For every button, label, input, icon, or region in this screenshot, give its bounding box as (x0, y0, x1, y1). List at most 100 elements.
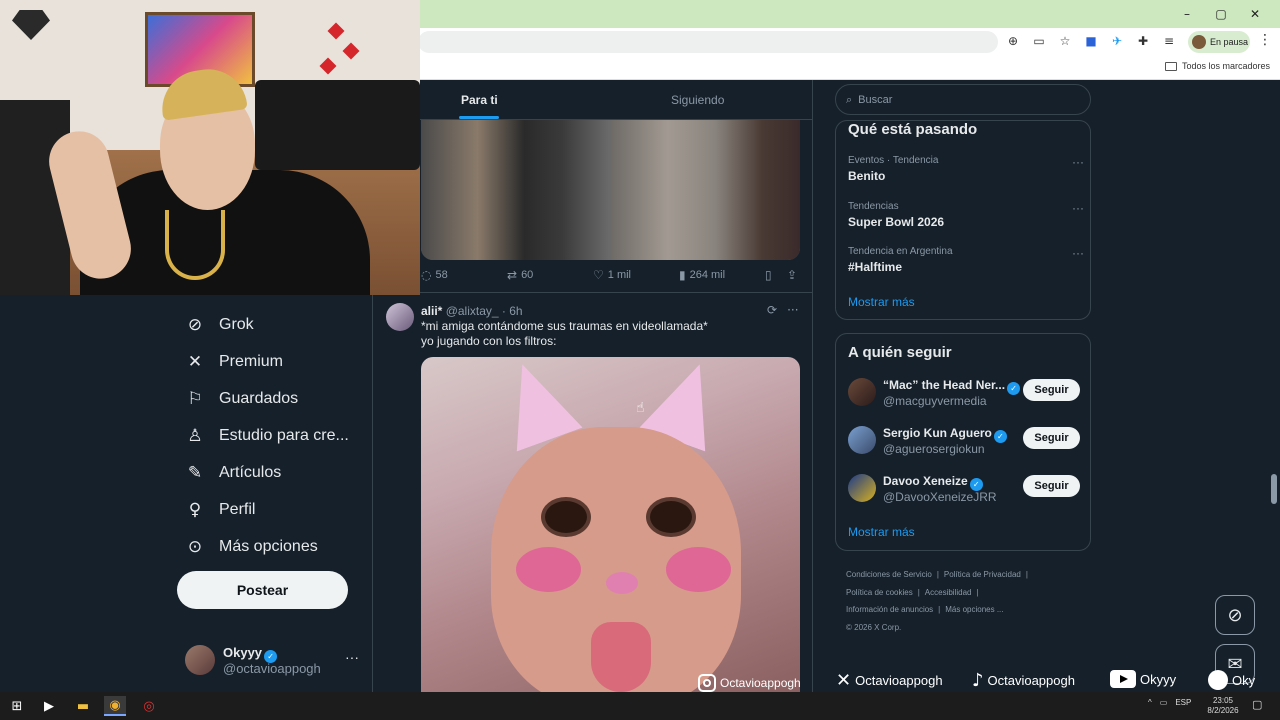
all-bookmarks-button[interactable]: Todos los marcadores (1164, 61, 1270, 71)
network-icon[interactable]: ▭ (1160, 698, 1168, 707)
post-button[interactable]: Postear (177, 571, 348, 609)
tweet2-header: alii* @alixtay_ · 6h (421, 304, 523, 318)
nav-guardados[interactable]: ⚐ Guardados (185, 385, 298, 413)
search-input[interactable] (858, 93, 1059, 106)
nav-articulos-label: Artículos (219, 464, 282, 481)
avatar (185, 645, 215, 675)
browser-menu-icon[interactable]: ⋮ (1258, 32, 1272, 50)
mouse-cursor-icon: ☝ (636, 400, 645, 416)
verified-icon: ✓ (1007, 382, 1021, 395)
footer-link[interactable]: Política de Privacidad (944, 570, 1021, 579)
tweet1-media[interactable] (421, 120, 800, 260)
follow-button[interactable]: Seguir (1023, 379, 1080, 401)
profile-status: En pausa (1210, 37, 1249, 47)
views-button[interactable]: ▮ 264 mil (679, 268, 725, 282)
zoom-icon[interactable]: ⊕ (1004, 32, 1022, 50)
instagram-watermark: Octavioappogh (698, 674, 800, 692)
clock-date: 8/2/2026 (1207, 706, 1239, 715)
page-scrollbar[interactable] (1271, 474, 1277, 504)
follow-button[interactable]: Seguir (1023, 427, 1080, 449)
like-button[interactable]: ♡ 1 mil (593, 268, 631, 282)
tweet1-actions: ◌ 58 ⇄ 60 ♡ 1 mil ▮ 264 mil ▯ ⇪ (421, 268, 801, 286)
extension-a-icon[interactable]: ■ (1082, 32, 1100, 50)
language-indicator[interactable]: ESP (1175, 698, 1191, 707)
nav-perfil-label: Perfil (219, 501, 256, 518)
footer-link[interactable]: Política de cookies (846, 588, 913, 597)
profile-pause-button[interactable]: En pausa (1188, 31, 1250, 53)
obs-icon[interactable]: ◎ (138, 696, 160, 716)
nav-grok[interactable]: ⊘ Grok (185, 311, 254, 339)
minimize-button[interactable]: – (1170, 4, 1204, 24)
tab-siguiendo[interactable]: Siguiendo (671, 80, 724, 120)
trend-more-icon[interactable]: ··· (1072, 246, 1084, 260)
suggestion-handle: @macguyvermedia (883, 394, 987, 408)
restore-button[interactable]: ▢ (1204, 4, 1238, 24)
tweet2-media[interactable]: Octavioappogh (421, 357, 800, 692)
media-player-icon[interactable]: ▶ (38, 696, 60, 716)
suggestion-handle: @DavooXeneizeJRR (883, 490, 997, 504)
star-icon[interactable]: ☆ (1056, 32, 1074, 50)
follow-suggestion[interactable]: “Mac” the Head Ner... ✓ @macguyvermedia S… (848, 374, 1084, 412)
nav-estudio[interactable]: ♙ Estudio para cre... (185, 422, 348, 450)
tweet2-more-icon[interactable]: ··· (787, 303, 798, 317)
account-switcher[interactable]: Okyyy ✓ @octavioappogh ··· (185, 645, 360, 677)
trends-show-more-link[interactable]: Mostrar más (848, 295, 915, 309)
account-more-icon[interactable]: ··· (345, 649, 359, 665)
webcam-overlay (0, 0, 420, 295)
footer-link[interactable]: Información de anuncios (846, 605, 933, 614)
views-count: 264 mil (689, 269, 726, 281)
nav-perfil[interactable]: ♀ Perfil (185, 496, 256, 524)
streamer (42, 64, 370, 295)
trend-more-icon[interactable]: ··· (1072, 155, 1084, 169)
chrome-icon[interactable]: ◉ (104, 696, 126, 716)
suggestion-name: “Mac” the Head Ner... (883, 378, 1006, 392)
address-bar[interactable] (418, 31, 998, 53)
bookmark-button[interactable]: ▯ (765, 268, 772, 282)
tweet2-avatar[interactable] (386, 303, 414, 331)
trend-item[interactable]: Eventos · Tendencia Benito ··· (848, 155, 1084, 187)
trend-name: #Halftime (848, 260, 903, 274)
tweet2-handle[interactable]: @alixtay_ (446, 304, 499, 318)
reply-button[interactable]: ◌ 58 (421, 268, 448, 282)
tray-chevron-icon[interactable]: ^ (1148, 698, 1152, 707)
suggestion-handle: @aguerosergiokun (883, 442, 985, 456)
tab-para-ti[interactable]: Para ti (461, 80, 498, 120)
follow-button[interactable]: Seguir (1023, 475, 1080, 497)
trend-item[interactable]: Tendencia en Argentina #Halftime ··· (848, 246, 1084, 278)
grok-floating-button[interactable]: ⊘ (1215, 595, 1255, 635)
footer-link[interactable]: Condiciones de Servicio (846, 570, 932, 579)
articles-icon: ✎ (187, 463, 203, 483)
grok-analyze-icon[interactable]: ⟳ (767, 303, 777, 317)
repost-button[interactable]: ⇄ 60 (507, 268, 533, 282)
footer-link[interactable]: Accesibilidad (925, 588, 972, 597)
notifications-icon[interactable]: ▢ (1252, 698, 1262, 711)
footer-link[interactable]: Más opciones ... (945, 605, 1003, 614)
close-button[interactable]: ✕ (1238, 4, 1272, 24)
nav-premium[interactable]: ✕ Premium (185, 348, 283, 376)
windows-start-icon[interactable]: ⊞ (6, 696, 28, 716)
watermark-text: Octavioappogh (720, 676, 800, 690)
media-icon[interactable]: ≡ (1160, 32, 1178, 50)
follow-suggestion[interactable]: Sergio Kun Aguero ✓ @aguerosergiokun Segu… (848, 422, 1084, 460)
clock-time: 23:05 (1212, 696, 1234, 705)
who-to-follow-title: A quién seguir (848, 344, 952, 361)
extension-b-icon[interactable]: ✈ (1108, 32, 1126, 50)
nav-articulos[interactable]: ✎ Artículos (185, 459, 281, 487)
nav-mas-opciones[interactable]: ⊙ Más opciones (185, 533, 318, 561)
file-explorer-icon[interactable]: ▬ (72, 696, 94, 716)
install-icon[interactable]: ▭ (1030, 32, 1048, 50)
follow-show-more-link[interactable]: Mostrar más (848, 525, 915, 539)
follow-suggestion[interactable]: Davoo Xeneize ✓ @DavooXeneizeJRR Seguir (848, 470, 1084, 508)
taskbar-clock[interactable]: 23:05 8/2/2026 (1205, 696, 1241, 716)
trend-more-icon[interactable]: ··· (1072, 201, 1084, 215)
share-button[interactable]: ⇪ (787, 268, 797, 282)
tweet2-time[interactable]: · 6h (502, 304, 523, 318)
tweet2-author-name[interactable]: alii* (421, 304, 442, 318)
nav-premium-label: Premium (219, 353, 284, 370)
account-name: Okyyy (223, 645, 263, 660)
copyright: © 2026 X Corp. (846, 622, 902, 632)
trend-item[interactable]: Tendencias Super Bowl 2026 ··· (848, 201, 1084, 233)
puzzle-icon[interactable]: ✚ (1134, 32, 1152, 50)
trends-title: Qué está pasando (848, 121, 978, 138)
social-tiktok: ♪ Octavioappogh (972, 670, 1075, 691)
